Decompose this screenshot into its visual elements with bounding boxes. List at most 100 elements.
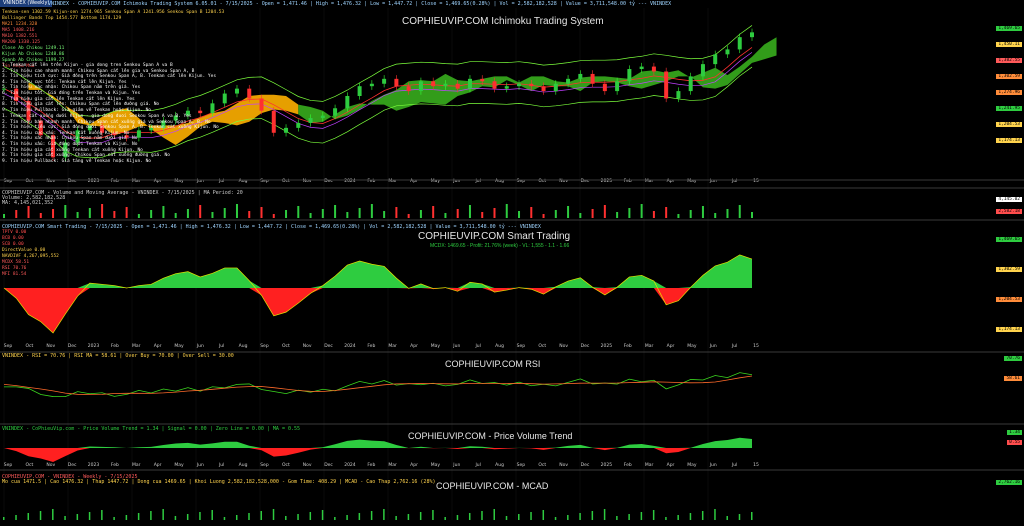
axis-1-label-5: Feb [111, 343, 119, 349]
volume-bar-46 [567, 206, 570, 218]
volume-tag-0: 4,145.02 [996, 197, 1022, 202]
volume-bar-43 [530, 207, 533, 218]
axis-0-label-23: Aug [495, 178, 504, 184]
axis-0-label-10: Jul [218, 178, 224, 184]
mcad-bar-46 [567, 515, 569, 520]
pvt-tag-0: 1.34 [1007, 430, 1022, 435]
axis-1-label-11: Aug [239, 343, 248, 349]
buy-note-2: 3. Tín hiệu tích cực: Giá đóng trên Senk… [2, 74, 217, 80]
mcad-bar-39 [481, 511, 483, 520]
ichimoku-tag-3: 1,302.59 [996, 74, 1022, 79]
candle-body-35 [431, 81, 436, 87]
volume-bar-54 [665, 207, 668, 218]
mcad-bar-45 [554, 517, 557, 520]
mcad-bar-14 [174, 516, 177, 520]
axis-0-label-24: Sep [517, 178, 526, 184]
axis-1-label-10: Jul [218, 343, 224, 349]
ichimoku-tag-4: 1,274.96 [996, 90, 1022, 95]
smart-trading-negative [4, 288, 752, 333]
volume-bar-5 [64, 205, 67, 218]
mcad-bar-21 [260, 511, 263, 520]
smart-trading-indicator-list: TPTV 0.00 BCB 0.00 SCB 0.00 DirectValue 0.0… [2, 230, 59, 278]
mcad-bar-26 [321, 510, 324, 520]
volume-bar-35 [432, 206, 435, 218]
mcad-bar-58 [714, 509, 716, 520]
candle-body-29 [357, 86, 362, 96]
smart-trading-title: COPHIEUVIP.COM Smart Trading [418, 231, 571, 242]
axis-1-label-4: 2023 [88, 343, 100, 349]
axis-2-label-14: Nov [303, 462, 312, 468]
volume-bar-53 [652, 211, 655, 218]
volume-bar-48 [591, 209, 594, 218]
candle-body-41 [504, 86, 509, 89]
axis-0-label-18: Mar [388, 178, 397, 184]
axis-1-label-18: Mar [388, 343, 397, 349]
axis-1-label-32: May [687, 343, 697, 349]
mcad-bar-24 [297, 514, 299, 520]
axis-1-label-16: 2024 [344, 343, 356, 349]
mcad-bar-13 [162, 509, 164, 520]
axis-1-label-15: Dec [324, 343, 333, 349]
volume-bar-27 [334, 205, 337, 218]
axis-1-label-17: Feb [367, 343, 375, 349]
smart-tag-0: 1,469.65 [996, 237, 1022, 242]
axis-0-label-31: Apr [667, 178, 675, 184]
smart-tag-2: 1,204.53 [996, 297, 1022, 302]
candle-body-44 [541, 86, 546, 92]
volume-bar-34 [419, 210, 422, 218]
axis-2-label-23: Aug [495, 462, 504, 468]
candle-body-21 [259, 98, 264, 111]
volume-bar-8 [101, 204, 104, 218]
axis-1-label-34: Jul [731, 343, 737, 349]
axis-2-label-25: Oct [538, 462, 546, 468]
axis-2-label-11: Aug [239, 462, 248, 468]
mcad-bar-38 [468, 513, 471, 520]
candle-body-54 [664, 71, 669, 99]
candle-body-37 [455, 83, 460, 89]
volume-bar-39 [481, 212, 484, 218]
axis-2-label-22: Jul [474, 462, 480, 468]
mcad-bar-53 [652, 510, 655, 520]
volume-bar-51 [628, 208, 631, 218]
axis-2-label-2: Nov [46, 462, 55, 468]
mcad-bar-44 [542, 510, 545, 520]
volume-bar-23 [285, 210, 288, 218]
axis-0-label-5: Feb [111, 178, 119, 184]
axis-2-label-4: 2023 [88, 462, 100, 468]
buy-signal-notes: 1. Tenkan cắt lên trên Kijun - gia dong … [2, 63, 216, 113]
smart-indicator-7: MFI 81.54 [2, 272, 27, 277]
mcad-bar-11 [137, 513, 140, 520]
axis-1-label-31: Apr [667, 343, 675, 349]
volume-bar-61 [751, 212, 753, 218]
mcad-bar-43 [530, 512, 532, 520]
volume-bar-47 [579, 213, 582, 218]
mcad-bar-17 [211, 510, 213, 520]
window-tab[interactable]: VNINDEX (Weekly) [0, 0, 53, 7]
axis-0-label-25: Oct [538, 178, 546, 184]
axis-2-label-3: Dec [68, 462, 77, 468]
pvt-positive [4, 437, 752, 448]
volume-bar-55 [677, 214, 680, 218]
volume-bar-20 [248, 211, 251, 218]
axis-2-label-17: Feb [367, 462, 375, 468]
axis-1-label-30: Mar [645, 343, 654, 349]
mcad-bar-27 [334, 517, 336, 520]
volume-bar-44 [542, 214, 545, 218]
axis-2-label-34: Jul [731, 462, 737, 468]
mcad-bar-25 [309, 512, 312, 520]
axis-2-label-9: Jun [196, 462, 204, 468]
pvt-tag-1: 0.55 [1007, 440, 1022, 445]
volume-bar-58 [714, 213, 717, 218]
mcad-bar-5 [64, 516, 66, 520]
volume-bar-10 [125, 207, 128, 218]
mcad-bar-23 [285, 516, 287, 520]
volume-bar-6 [76, 212, 79, 218]
mcad-bar-49 [603, 509, 606, 520]
mcad-bar-20 [248, 513, 250, 520]
candle-body-53 [651, 66, 656, 72]
volume-bar-30 [370, 204, 373, 218]
mcad-bar-29 [358, 513, 361, 520]
axis-2-label-6: Mar [132, 462, 141, 468]
smart-trading-subtitle: MCDX: 1469.65 - Profit: 21.76% (week) - … [430, 243, 570, 249]
axis-0-label-33: Jun [709, 178, 717, 184]
